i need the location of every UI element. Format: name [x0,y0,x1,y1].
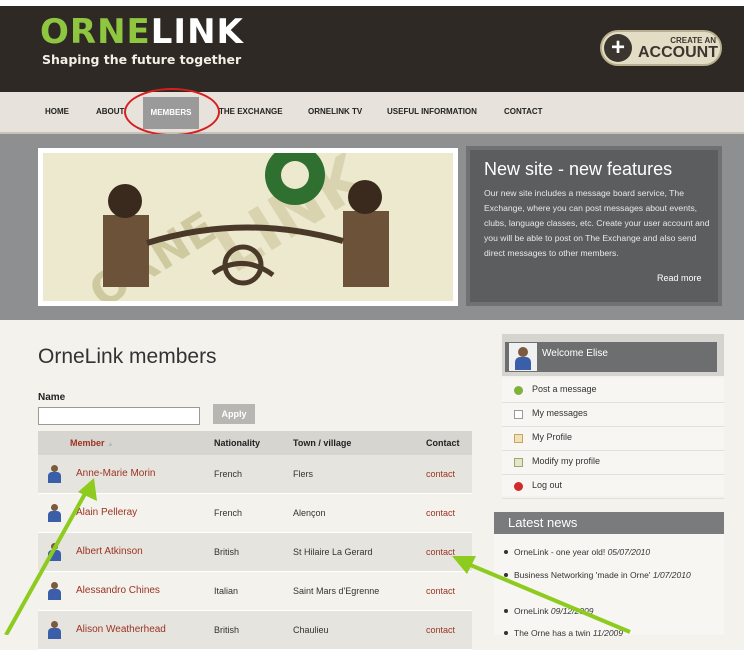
annotation-arrows [4,478,631,635]
annotation-arrow-contact [452,556,631,634]
annotation-arrow-member-name [4,478,97,635]
